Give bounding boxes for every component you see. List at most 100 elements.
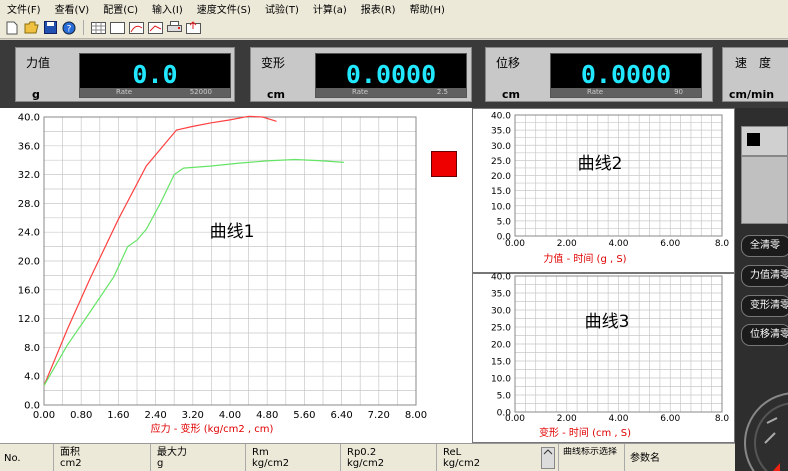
curve-sheet-2-icon[interactable] xyxy=(147,20,163,35)
deformation-label: 变形 xyxy=(261,56,286,70)
col-separator xyxy=(558,444,559,471)
y-tick-label: 32.0 xyxy=(18,170,40,181)
y-tick-label: 25.0 xyxy=(491,157,511,167)
col-rp02[interactable]: Rp0.2 kg/cm2 xyxy=(347,447,384,469)
y-tick-label: 24.0 xyxy=(18,228,40,239)
deformation-rate: Rate 2.5 xyxy=(316,88,466,97)
x-tick-label: 1.60 xyxy=(107,410,129,421)
y-tick-label: 20.0 xyxy=(18,257,40,268)
right-control-panel: 全清零 力值清零 变形清零 位移清零 xyxy=(735,108,788,471)
series-line-1 xyxy=(43,115,277,386)
col-no: No. xyxy=(4,453,21,464)
x-tick-label: 6.40 xyxy=(330,410,352,421)
x-tick-label: 8.0 xyxy=(715,239,730,249)
y-tick-label: 30.0 xyxy=(491,307,511,317)
y-tick-label: 25.0 xyxy=(491,324,511,334)
chart-title: 曲线2 xyxy=(578,154,623,174)
col-area[interactable]: 面积 cm2 xyxy=(60,447,82,469)
displacement-rate-value: 90 xyxy=(674,88,683,96)
zero-force-button[interactable]: 力值清零 xyxy=(741,265,788,287)
y-tick-label: 4.0 xyxy=(24,372,40,383)
charts-svg: 40.0 36.0 32.0 28.0 24.0 20.0 16.0 12.0 8.0 4.0 0.… xyxy=(18,112,730,440)
force-unit: g xyxy=(32,88,40,101)
deformation-value: 0.0000 xyxy=(345,60,437,89)
menu-report[interactable]: 报表(R) xyxy=(354,1,403,16)
deformation-rate-value: 2.5 xyxy=(436,88,448,96)
col-separator xyxy=(436,444,437,471)
table-icon[interactable] xyxy=(90,20,106,35)
y-tick-label: 36.0 xyxy=(18,141,40,152)
y-tick-label: 5.0 xyxy=(497,217,512,227)
help-icon[interactable]: ? xyxy=(61,20,77,35)
menu-test[interactable]: 试验(T) xyxy=(258,1,306,16)
chevron-up-icon xyxy=(543,449,553,455)
force-rate-value: 52000 xyxy=(189,88,212,96)
menu-view[interactable]: 查看(V) xyxy=(48,1,97,16)
force-readout: 力值 g 0.0 Rate 52000 xyxy=(15,47,235,102)
export-icon[interactable] xyxy=(185,20,201,35)
x-tick-label: 0.00 xyxy=(33,410,55,421)
col-separator xyxy=(53,444,54,471)
menu-speed-file[interactable]: 速度文件(S) xyxy=(190,1,258,16)
svg-text:?: ? xyxy=(67,24,72,34)
menu-help[interactable]: 帮助(H) xyxy=(403,1,452,16)
app-window: 文件(F) 查看(V) 配置(C) 输入(I) 速度文件(S) 试验(T) 计算… xyxy=(0,0,788,471)
chart-title: 曲线1 xyxy=(210,222,255,242)
x-tick-label: 6.00 xyxy=(660,239,680,249)
param-name-label: 参数名 xyxy=(630,453,660,464)
status-indicator xyxy=(431,151,457,177)
blank-sheet-icon[interactable] xyxy=(109,20,125,35)
table-scroll-up-button[interactable] xyxy=(541,447,555,469)
curve-label-selector[interactable]: 曲线标示选择 xyxy=(563,447,621,471)
chart-title: 曲线3 xyxy=(585,312,630,332)
col-rel-unit: kg/cm2 xyxy=(443,458,481,469)
col-separator xyxy=(624,444,625,471)
zero-all-button[interactable]: 全清零 xyxy=(741,235,788,257)
right-panel-status-box xyxy=(741,126,788,156)
menu-file[interactable]: 文件(F) xyxy=(0,1,48,16)
x-tick-label: 8.00 xyxy=(405,410,427,421)
x-tick-label: 0.00 xyxy=(505,239,525,249)
col-rm-unit: kg/cm2 xyxy=(252,458,290,469)
x-tick-label: 4.00 xyxy=(608,414,628,424)
y-tick-label: 10.0 xyxy=(491,202,511,212)
force-display: 0.0 Rate 52000 xyxy=(79,53,231,98)
y-tick-label: 20.0 xyxy=(491,341,511,351)
menu-config[interactable]: 配置(C) xyxy=(96,1,145,16)
force-rate: Rate 52000 xyxy=(80,88,230,97)
curve-sheet-icon[interactable] xyxy=(128,20,144,35)
x-axis-label: 力值 - 时间 (g , S) xyxy=(543,252,626,265)
results-table-header: No. 面积 cm2 最大力 g Rm kg/cm2 Rp0.2 kg/cm2 ReL k… xyxy=(0,443,735,471)
col-rel[interactable]: ReL kg/cm2 xyxy=(443,447,480,469)
chart-1: 40.0 36.0 32.0 28.0 24.0 20.0 16.0 12.0 8.0 4.0 0.… xyxy=(18,113,427,436)
zero-deformation-button[interactable]: 变形清零 xyxy=(741,295,788,317)
readout-strip: 力值 g 0.0 Rate 52000 变形 cm 0.0000 Rate 2.… xyxy=(0,40,788,108)
col-rp02-unit: kg/cm2 xyxy=(347,458,385,469)
y-tick-label: 40.0 xyxy=(491,273,511,283)
y-tick-label: 12.0 xyxy=(18,314,40,325)
col-max-force[interactable]: 最大力 g xyxy=(157,447,187,469)
col-rp02-name: Rp0.2 xyxy=(347,447,377,458)
x-tick-label: 2.00 xyxy=(557,414,577,424)
open-folder-icon[interactable] xyxy=(23,20,39,35)
zero-displacement-button[interactable]: 位移清零 xyxy=(741,324,788,346)
knob-dial-icon[interactable] xyxy=(735,363,788,471)
x-tick-label: 2.00 xyxy=(557,239,577,249)
x-tick-label: 0.00 xyxy=(505,414,525,424)
col-rm[interactable]: Rm kg/cm2 xyxy=(252,447,289,469)
y-tick-label: 20.0 xyxy=(491,172,511,182)
x-tick-label: 0.80 xyxy=(70,410,92,421)
y-tick-label: 10.0 xyxy=(491,375,511,385)
force-label: 力值 xyxy=(26,56,51,70)
new-file-icon[interactable] xyxy=(4,20,20,35)
menu-calc[interactable]: 计算(a) xyxy=(306,1,354,16)
print-icon[interactable] xyxy=(166,20,182,35)
displacement-display: 0.0000 Rate 90 xyxy=(550,53,702,98)
y-tick-label: 35.0 xyxy=(491,290,511,300)
col-max-force-unit: g xyxy=(157,458,164,469)
menu-input[interactable]: 输入(I) xyxy=(145,1,190,16)
save-icon[interactable] xyxy=(42,20,58,35)
x-tick-label: 7.20 xyxy=(368,410,390,421)
x-tick-label: 4.00 xyxy=(608,239,628,249)
x-axis-label: 应力 - 变形 (kg/cm2 , cm) xyxy=(151,422,274,435)
